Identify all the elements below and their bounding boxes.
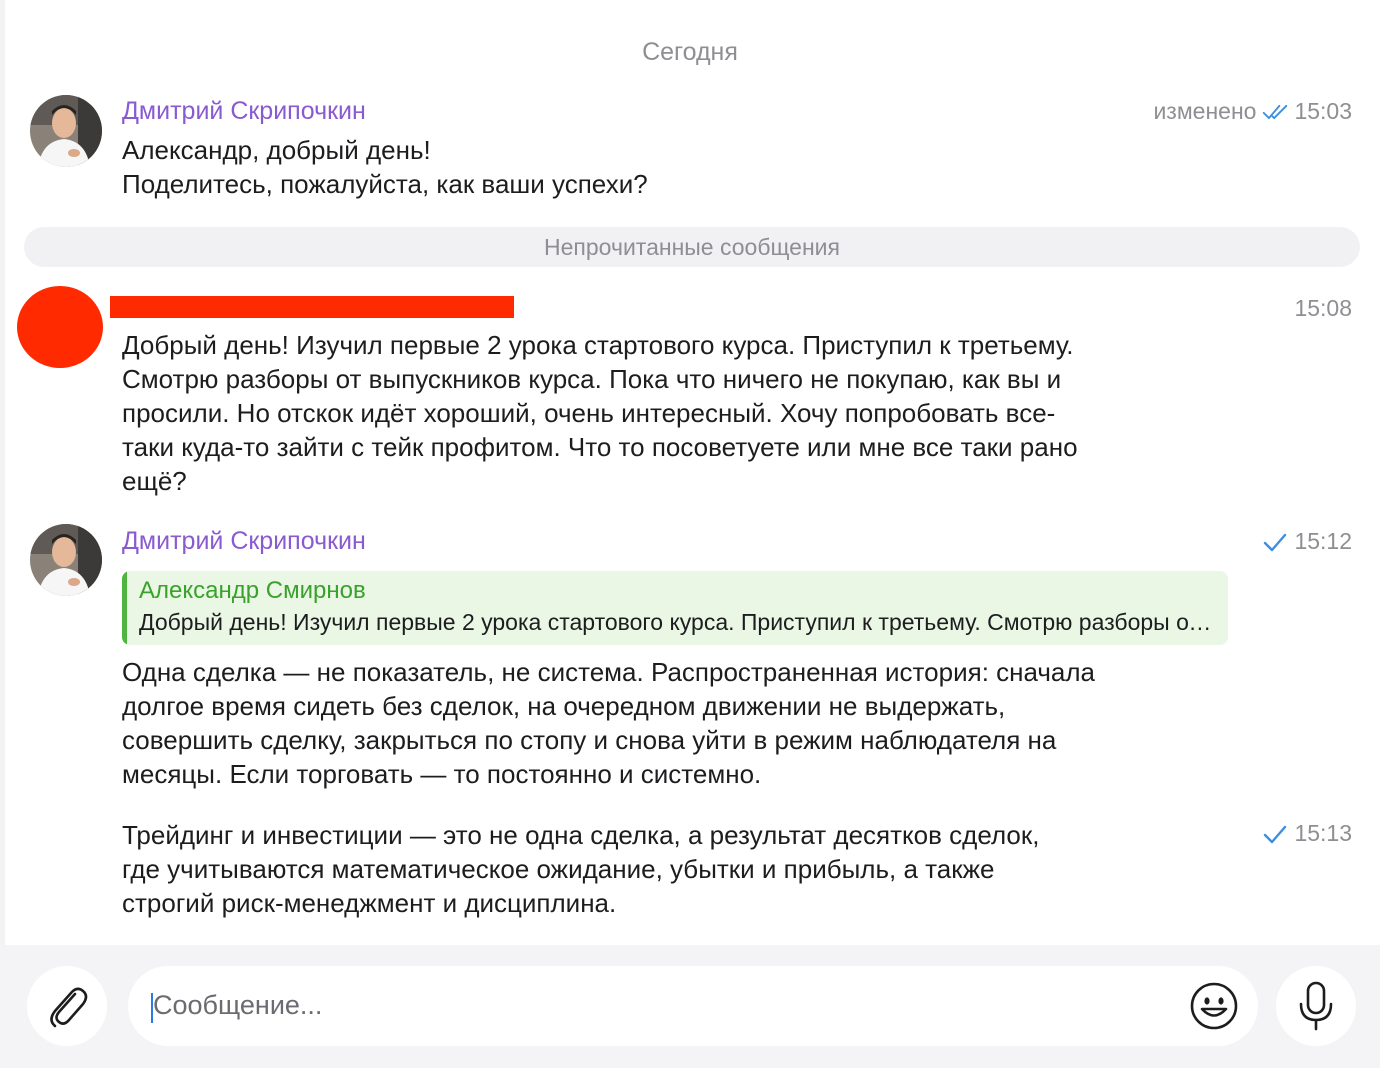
emoji-icon[interactable] [1188, 980, 1240, 1032]
double-check-icon [1263, 104, 1288, 119]
microphone-icon [1299, 981, 1333, 1031]
reply-text: Добрый день! Изучил первые 2 урока старт… [139, 609, 1214, 635]
sender-name-redacted [110, 296, 514, 318]
check-icon [1264, 533, 1287, 551]
message-meta: 15:13 [1262, 820, 1352, 847]
message-text: Александр, добрый день! Поделитесь, пожа… [122, 135, 648, 199]
message-meta: 15:12 [1262, 528, 1352, 555]
message-text: Трейдинг и инвестиции — это не одна сдел… [122, 820, 1040, 918]
sender-name[interactable]: Дмитрий Скрипочкин [122, 97, 366, 126]
unread-separator: Непрочитанные сообщения [24, 227, 1360, 267]
reply-quote[interactable]: Александр Смирнов Добрый день! Изучил пе… [122, 571, 1228, 645]
date-separator: Сегодня [642, 38, 738, 66]
message-time: 15:08 [1294, 295, 1352, 321]
message-meta: 15:08 [1294, 295, 1352, 322]
check-icon [1264, 825, 1287, 843]
sender-name[interactable]: Дмитрий Скрипочкин [122, 527, 366, 556]
attach-button[interactable] [27, 966, 107, 1046]
edited-label: изменено [1153, 98, 1257, 124]
avatar-redacted[interactable] [17, 286, 103, 368]
message-time: 15:03 [1294, 98, 1352, 124]
microphone-button[interactable] [1276, 966, 1356, 1046]
message-text: Добрый день! Изучил первые 2 урока старт… [122, 330, 1078, 496]
message-input-placeholder: Сообщение... [153, 990, 323, 1020]
message-meta: изменено 15:03 [1153, 98, 1352, 125]
message-time: 15:13 [1294, 820, 1352, 846]
avatar[interactable] [30, 524, 102, 596]
reply-accent-bar [122, 571, 127, 645]
paperclip-icon [50, 987, 88, 1028]
message-time: 15:12 [1294, 528, 1352, 554]
avatar[interactable] [30, 95, 102, 167]
left-edge [0, 0, 5, 1068]
message-text: Одна сделка — не показатель, не система.… [122, 657, 1096, 789]
message-input[interactable]: Сообщение... [128, 966, 1258, 1046]
reply-author: Александр Смирнов [139, 577, 366, 604]
